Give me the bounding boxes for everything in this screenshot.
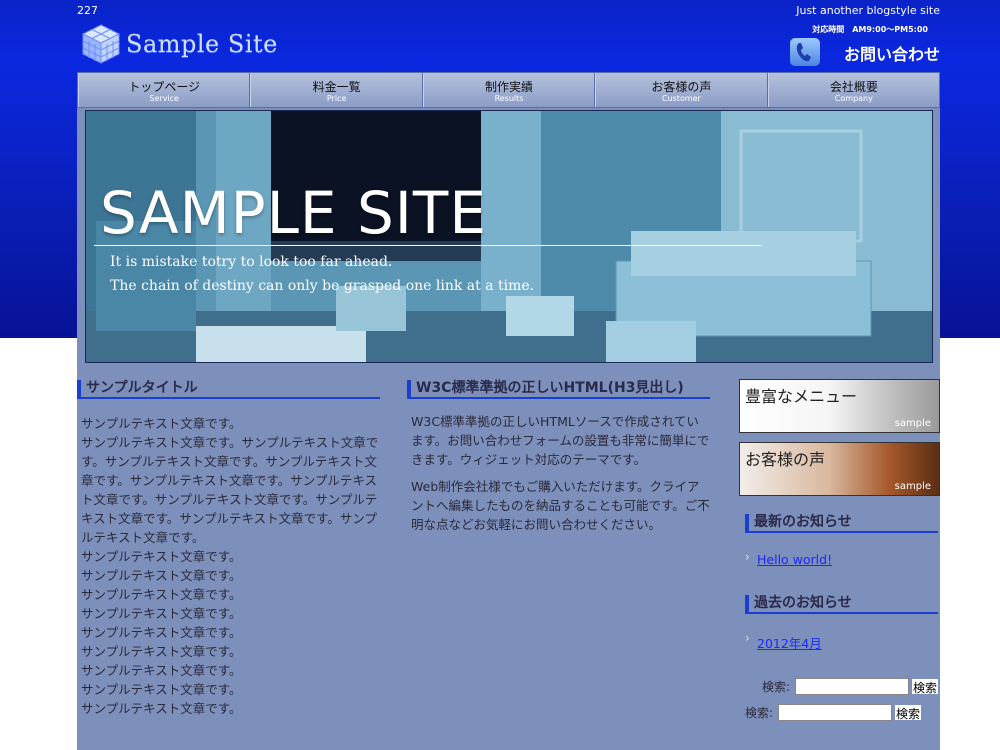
site-id: 227: [77, 4, 98, 17]
second-column: W3C標準準拠の正しいHTML(H3見出し) W3C標準準拠の正しいHTMLソー…: [407, 380, 710, 542]
nav-item-top[interactable]: トップページ Service: [78, 73, 251, 107]
nav-sublabel: Price: [326, 94, 347, 103]
archive-section: 過去のお知らせ 2012年4月: [745, 595, 938, 652]
hero-image: SAMPLE SITE It is mistake totry to look …: [85, 110, 933, 363]
nav-label: 制作実績: [485, 80, 534, 94]
paragraph: Web制作会社様でもご購入いただけます。クライアントへ編集したものを納品すること…: [411, 479, 710, 532]
search-form-2: 検索: 検索: [745, 704, 922, 721]
nav-label: 料金一覧: [312, 80, 361, 94]
nav-sublabel: Results: [494, 94, 524, 103]
banner-title: 豊富なメニュー: [745, 387, 858, 406]
nav-item-price[interactable]: 料金一覧 Price: [250, 73, 423, 107]
page-wrapper: 227 Just another blogstyle site Sample S…: [77, 0, 940, 750]
banner-title: お客様の声: [745, 450, 826, 469]
search-input[interactable]: [778, 704, 893, 721]
nav-label: お客様の声: [651, 80, 712, 94]
nav-item-company[interactable]: 会社概要 Company: [767, 73, 940, 107]
contact-banner[interactable]: 対応時間 AM9:00～PM5:00 お問い合わせ: [788, 22, 940, 68]
hero-divider: [94, 245, 762, 246]
customer-voice-banner[interactable]: お客様の声 sample: [739, 442, 940, 496]
cube-logo-icon: [81, 24, 121, 64]
search-form: 検索: 検索: [762, 678, 939, 695]
latest-news-section: 最新のお知らせ Hello world!: [745, 514, 938, 567]
search-label: 検索:: [745, 706, 774, 720]
nav-item-results[interactable]: 制作実績 Results: [422, 73, 596, 107]
global-nav: トップページ Service 料金一覧 Price 制作実績 Results お…: [77, 72, 940, 108]
sidebar-title: 最新のお知らせ: [745, 514, 938, 533]
nav-sublabel: Company: [834, 94, 873, 103]
logo-text: Sample Site: [126, 30, 278, 58]
sidebar: 豊富なメニュー sample お客様の声 sample 最新のお知らせ Hell…: [739, 379, 940, 652]
contact-hours: 対応時間 AM9:00～PM5:00: [812, 25, 928, 34]
site-logo[interactable]: Sample Site: [80, 22, 278, 66]
hero-quote-2: The chain of destiny can only be grasped…: [110, 278, 535, 294]
archive-link[interactable]: 2012年4月: [745, 631, 938, 652]
contact-label: お問い合わせ: [843, 45, 940, 64]
nav-label: 会社概要: [829, 80, 878, 94]
news-link[interactable]: Hello world!: [745, 550, 938, 567]
site-tagline: Just another blogstyle site: [796, 4, 940, 17]
section-body: サンプルテキスト文章です。 サンプルテキスト文章です。サンプルテキスト文章です。…: [81, 416, 379, 716]
nav-sublabel: Customer: [661, 94, 701, 103]
main-column: サンプルタイトル サンプルテキスト文章です。 サンプルテキスト文章です。サンプル…: [77, 380, 380, 718]
phone-icon: [790, 38, 820, 66]
nav-item-customer[interactable]: お客様の声 Customer: [595, 73, 768, 107]
nav-label: トップページ: [128, 80, 201, 94]
section-title: サンプルタイトル: [77, 380, 380, 399]
nav-sublabel: Service: [149, 94, 179, 103]
sidebar-title: 過去のお知らせ: [745, 595, 938, 614]
section-body: W3C標準準拠の正しいHTMLソースで作成されています。お問い合わせフォームの設…: [407, 399, 710, 534]
search-label: 検索:: [762, 680, 791, 694]
search-input[interactable]: [795, 678, 910, 695]
hero-quote-1: It is mistake totry to look too far ahea…: [110, 254, 393, 270]
banner-sample-label: sample: [894, 418, 931, 429]
section-title: W3C標準準拠の正しいHTML(H3見出し): [407, 380, 710, 399]
menu-banner[interactable]: 豊富なメニュー sample: [739, 379, 940, 433]
search-button[interactable]: 検索: [912, 679, 939, 695]
paragraph: W3C標準準拠の正しいHTMLソースで作成されています。お問い合わせフォームの設…: [411, 414, 710, 467]
hero-title: SAMPLE SITE: [100, 179, 487, 247]
search-button[interactable]: 検索: [895, 705, 922, 721]
banner-sample-label: sample: [894, 481, 931, 492]
